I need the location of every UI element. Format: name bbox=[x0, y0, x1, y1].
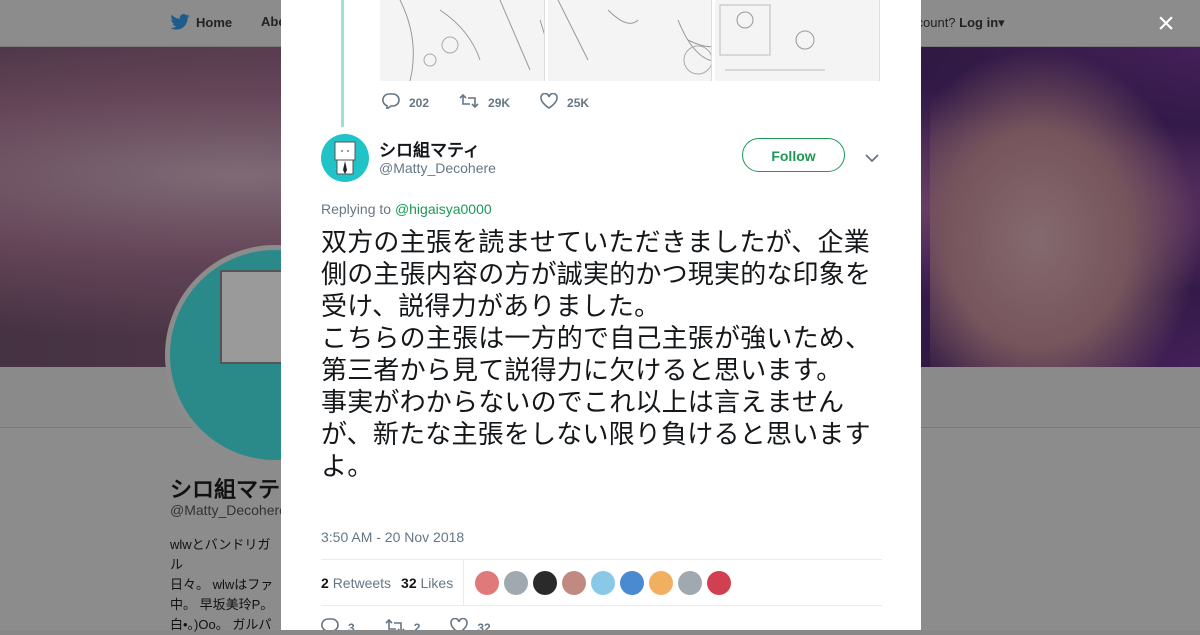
bio-line: 中。 早坂美玲P。 bbox=[170, 597, 274, 612]
author-name[interactable]: シロ組マティ bbox=[379, 136, 480, 161]
caret-down-icon: ▾ bbox=[998, 15, 1005, 30]
liker-avatar[interactable] bbox=[475, 570, 500, 595]
manga-image[interactable] bbox=[715, 0, 881, 81]
bio-line: 日々。 wlwはファ bbox=[170, 577, 274, 592]
heart-icon bbox=[540, 92, 567, 112]
tweet-timestamp[interactable]: 3:50 AM - 20 Nov 2018 bbox=[321, 529, 464, 545]
likes-label: Likes bbox=[420, 574, 454, 591]
replying-to: Replying to @higaisya0000 bbox=[321, 201, 492, 217]
nav-home-label: Home bbox=[196, 14, 233, 30]
reply-action[interactable]: 202 bbox=[382, 93, 429, 112]
tweet-actions: 3 2 32 bbox=[321, 617, 521, 631]
stats-divider bbox=[463, 559, 465, 606]
nav-home[interactable]: Home bbox=[170, 14, 232, 33]
retweet-action[interactable]: 29K bbox=[459, 93, 510, 112]
like-count: 25K bbox=[567, 95, 590, 110]
reply-action[interactable]: 3 bbox=[321, 618, 355, 630]
thread-line bbox=[341, 0, 344, 127]
like-count: 32 bbox=[477, 620, 491, 631]
close-icon[interactable]: × bbox=[1152, 9, 1180, 39]
tweet-stats: 2 Retweets 32 Likes bbox=[321, 559, 882, 606]
previous-tweet-media[interactable] bbox=[380, 0, 881, 81]
reply-count: 3 bbox=[348, 620, 355, 631]
tweet-text: 双方の主張を読ませていただきましたが、企業側の主張内容の方が誠実的かつ現実的な印… bbox=[321, 228, 872, 482]
liker-avatar[interactable] bbox=[620, 570, 645, 595]
replying-to-mention[interactable]: @higaisya0000 bbox=[395, 201, 492, 217]
retweet-count: 29K bbox=[488, 95, 511, 110]
retweets-label: Retweets bbox=[332, 574, 392, 591]
heart-icon bbox=[450, 617, 477, 630]
retweet-icon bbox=[459, 93, 488, 112]
liker-avatars bbox=[475, 570, 732, 595]
liker-avatar[interactable] bbox=[707, 570, 732, 595]
chevron-down-icon[interactable] bbox=[865, 150, 879, 168]
follow-button[interactable]: Follow bbox=[742, 138, 845, 172]
twitter-bird-icon bbox=[170, 14, 190, 33]
like-action[interactable]: 32 bbox=[450, 617, 491, 631]
login-link[interactable]: Log in bbox=[959, 15, 998, 30]
retweets-count: 2 bbox=[321, 574, 329, 591]
author-handle[interactable]: @Matty_Decohere bbox=[379, 160, 496, 176]
retweet-count: 2 bbox=[413, 620, 421, 631]
retweet-action[interactable]: 2 bbox=[385, 618, 421, 631]
manga-image[interactable] bbox=[547, 0, 713, 81]
liker-avatar[interactable] bbox=[533, 570, 558, 595]
login-area: ccount? Log in▾ bbox=[910, 15, 1005, 31]
liker-avatar[interactable] bbox=[678, 570, 703, 595]
bio-line: wlwとバンドリガル bbox=[170, 537, 271, 572]
tweet-modal: 202 29K 25K シロ組マティ @Matty_Decohere Follo… bbox=[281, 0, 921, 630]
replying-prefix: Replying to bbox=[321, 201, 395, 217]
reply-icon bbox=[321, 618, 348, 630]
profile-handle: @Matty_Decohere bbox=[170, 502, 287, 518]
manga-image[interactable] bbox=[380, 0, 545, 81]
profile-bio: wlwとバンドリガル 日々。 wlwはファ 中。 早坂美玲P。 白•。)Oo。 … bbox=[170, 535, 280, 635]
likes-stat[interactable]: 32 Likes bbox=[401, 575, 453, 591]
liker-avatar[interactable] bbox=[562, 570, 587, 595]
retweets-stat[interactable]: 2 Retweets bbox=[321, 575, 391, 591]
liker-avatar[interactable] bbox=[591, 570, 616, 595]
reply-count: 202 bbox=[409, 95, 430, 110]
profile-name: シロ組マテ bbox=[170, 477, 281, 502]
retweet-icon bbox=[385, 618, 414, 630]
likes-count: 32 bbox=[401, 574, 417, 591]
bio-line: 白•。)Oo。 ガルパ bbox=[170, 617, 272, 632]
liker-avatar[interactable] bbox=[649, 570, 674, 595]
like-action[interactable]: 25K bbox=[540, 92, 590, 112]
reply-icon bbox=[382, 93, 409, 112]
author-avatar[interactable] bbox=[321, 134, 369, 182]
previous-tweet-actions: 202 29K 25K bbox=[382, 92, 619, 112]
liker-avatar[interactable] bbox=[504, 570, 529, 595]
